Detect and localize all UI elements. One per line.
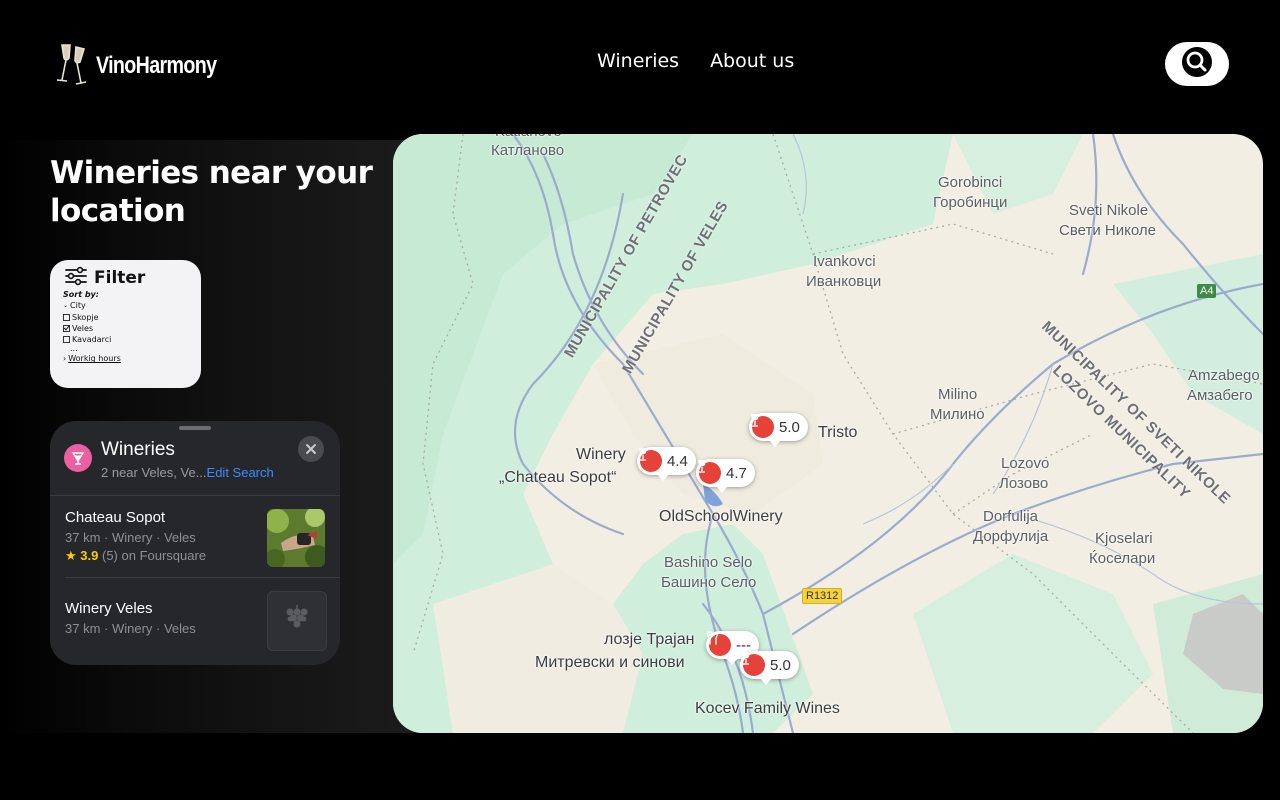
brand-name: VinoHarmony (96, 52, 217, 79)
checkbox[interactable] (63, 336, 70, 344)
divider (50, 495, 340, 496)
pin-rating: 5.0 (770, 656, 791, 674)
road-badge-r1312: R1312 (802, 588, 843, 604)
nav-item-about-us[interactable]: About us (710, 50, 794, 72)
checkbox-checked[interactable] (63, 325, 70, 333)
sort-by-label: Sort by: (63, 290, 99, 299)
chevron-right-icon: › (63, 354, 67, 364)
place-label-tristo: Tristo (818, 424, 858, 441)
grapes-icon (284, 604, 310, 638)
place-label-sveti-nikole: Свети Николе (1059, 222, 1156, 239)
place-label-gorobinci: Горобинци (933, 194, 1008, 211)
pin-rating: 4.4 (667, 452, 688, 470)
map-pin-chateau-sopot[interactable]: 4.4 (637, 447, 696, 481)
road-badge-a4: A4 (1197, 284, 1217, 298)
filter-options: Sort by: ⌄ City Skopje Veles Kavadarci .… (63, 289, 121, 365)
place-label-mitrevski: Митревски и синови (535, 654, 685, 671)
place-label-amzabegovo-latin: Amzabego (1188, 367, 1260, 384)
result-name: Chateau Sopot (65, 509, 166, 526)
chevron-down-icon: ⌄ (63, 302, 69, 310)
option-label: Skopje (72, 312, 99, 322)
place-label-gorobinci-latin: Gorobinci (938, 174, 1003, 191)
grapes-category-icon (64, 444, 92, 472)
place-label-bashino-selo: Башино Село (661, 574, 757, 591)
filter-title: Filter (94, 268, 146, 288)
place-label-lozovo-latin: Lozovo (1001, 455, 1050, 472)
filter-option-skopje[interactable]: Skopje (63, 312, 121, 323)
place-label-dorfulija: Дорфулија (973, 528, 1049, 545)
result-item-winery-veles[interactable]: Winery Veles 37 km · Winery · Veles (65, 600, 196, 636)
checkbox[interactable] (63, 313, 70, 321)
fork-knife-icon (707, 631, 731, 656)
map-pin-kocev[interactable]: 5.0 (740, 651, 799, 685)
rating-value: 3.9 (80, 548, 99, 563)
main-nav: Wineries About us (597, 50, 794, 72)
result-thumbnail-placeholder[interactable] (267, 591, 327, 651)
filter-working-hours[interactable]: › Workig hours (63, 353, 121, 364)
place-label-ivankovci: Иванковци (806, 273, 882, 290)
wine-glass-icon (751, 414, 774, 438)
result-name: Winery Veles (65, 600, 153, 617)
working-hours-link[interactable]: Workig hours (68, 353, 121, 364)
close-icon (305, 440, 317, 459)
place-label-bashino-selo-latin: Bashino Selo (664, 554, 753, 571)
place-label-chateau-sopot: „Chateau Sopot“ (499, 469, 617, 486)
sliders-icon (64, 266, 88, 290)
filter-option-veles[interactable]: Veles (63, 323, 121, 334)
result-meta: 37 km · Winery · Veles (65, 621, 196, 636)
place-label-kocev-family-wines: Kocev Family Wines (695, 700, 840, 717)
filter-card: Filter Sort by: ⌄ City Skopje Veles Kava… (50, 260, 201, 388)
place-label-oldschool-winery: OldSchoolWinery (659, 508, 783, 525)
map-pin-oldschool[interactable]: 4.7 (696, 459, 755, 493)
result-thumbnail-photo[interactable] (267, 509, 325, 567)
drag-handle[interactable] (179, 426, 211, 430)
place-label-lozovo: Лозово (999, 475, 1049, 492)
option-label: Kavadarci (72, 335, 112, 345)
result-rating: ★ 3.9 (5) on Foursquare (65, 548, 206, 564)
place-label-sveti-nikole-latin: Sveti Nikole (1069, 202, 1149, 219)
rating-source: on Foursquare (121, 548, 207, 563)
place-label-milino-latin: Milino (938, 386, 978, 403)
filter-header[interactable]: Filter (64, 266, 145, 290)
place-label-lozje-trajan: лозје Трајан (604, 631, 695, 648)
place-label-kjoselari-latin: Kjoselari (1095, 530, 1153, 547)
map-view[interactable]: A4 R1312 MUNICIPALITY OF PETROVEC MUNICI… (393, 134, 1263, 733)
edit-search-link[interactable]: Edit Search (207, 465, 274, 480)
place-label-winery: Winery (576, 446, 626, 463)
star-icon: ★ (65, 548, 77, 563)
pin-rating: 5.0 (779, 418, 800, 436)
place-label-dorfulija-latin: Dorfulija (983, 508, 1039, 525)
city-label: City (70, 301, 86, 311)
wineries-panel: Wineries 2 near Veles, Ve...Edit Search … (50, 421, 340, 665)
nav-item-wineries[interactable]: Wineries (597, 50, 679, 72)
place-label-ivankovci-latin: Ivankovci (813, 253, 876, 270)
more-options-ellipsis: ... (70, 344, 78, 354)
wine-glass-icon (698, 460, 721, 484)
results-summary: 2 near Veles, Ve... (101, 465, 207, 480)
search-button[interactable] (1165, 42, 1229, 86)
champagne-glasses-icon (56, 42, 92, 90)
place-label-kjoselari: Ќоселари (1089, 550, 1156, 567)
result-meta: 37 km · Winery · Veles (65, 530, 196, 545)
filter-city-toggle[interactable]: ⌄ City (63, 300, 121, 311)
close-button[interactable] (298, 436, 324, 462)
wine-glass-icon (742, 652, 765, 676)
place-label-amzabegovo: Амзабего (1187, 387, 1253, 404)
place-label-milino: Милино (930, 406, 985, 423)
wine-glass-icon (639, 448, 662, 472)
result-item-chateau-sopot[interactable]: Chateau Sopot 37 km · Winery · Veles ★ 3… (65, 509, 206, 564)
place-label-katlanovo: Катланово (491, 142, 565, 159)
brand-logo[interactable]: VinoHarmony (56, 42, 243, 90)
wineries-panel-subtitle: 2 near Veles, Ve...Edit Search (101, 465, 274, 480)
search-icon (1181, 46, 1213, 82)
page-title: Wineries near your location (50, 155, 373, 229)
wineries-panel-title: Wineries (101, 439, 175, 460)
option-label: Veles (72, 323, 94, 333)
divider (65, 577, 340, 578)
rating-count: (5) (101, 548, 118, 563)
map-pin-tristo[interactable]: 5.0 (749, 413, 808, 447)
pin-rating: 4.7 (726, 464, 747, 482)
